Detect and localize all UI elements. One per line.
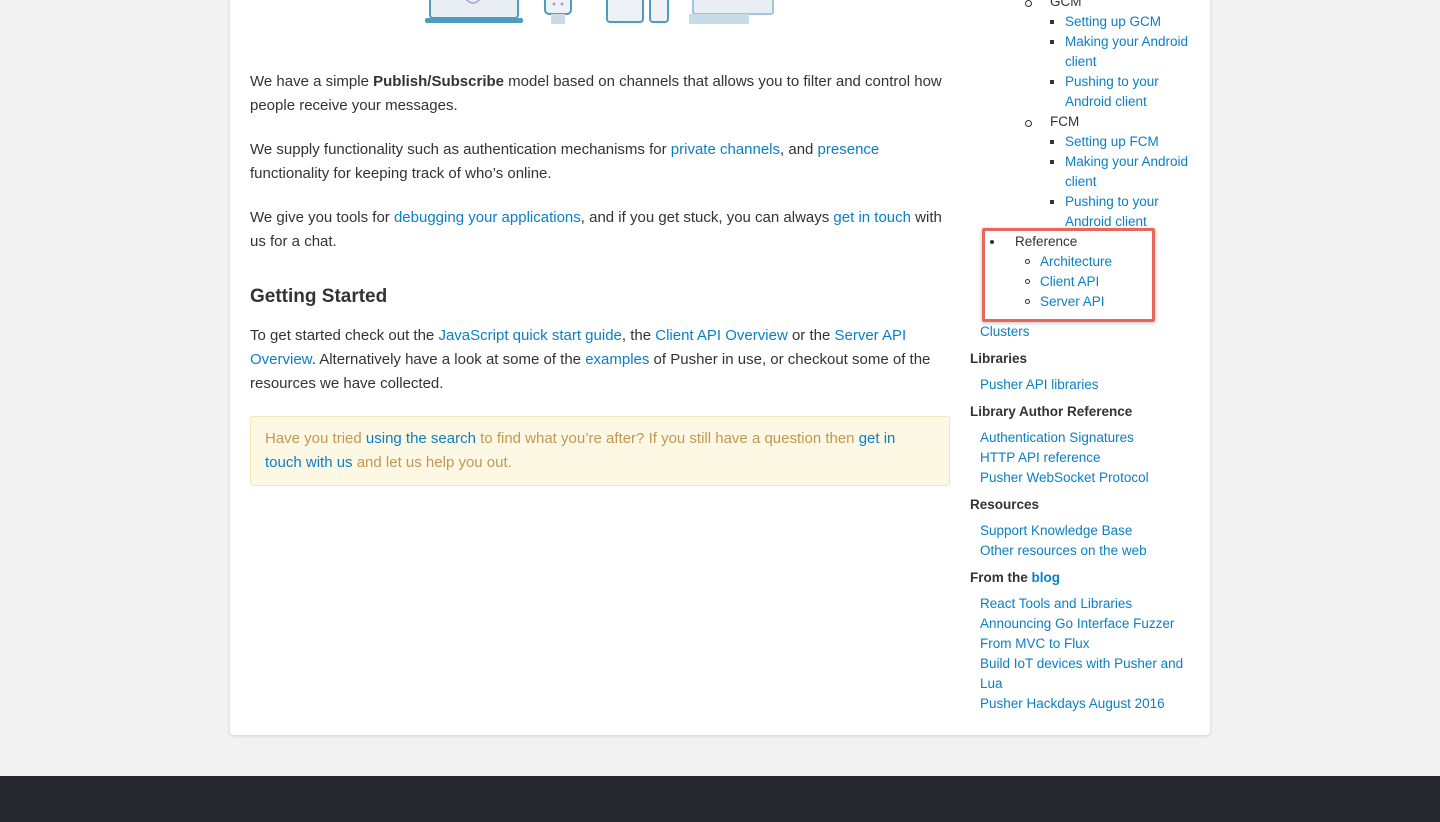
sidebar-item-gcm-android-client[interactable]: Making your Android client (1050, 32, 1200, 72)
getting-started-paragraph: To get started check out the JavaScript … (250, 327, 931, 392)
push-notifications-section: GCM Setting up GCM Making your Android c… (970, 0, 1200, 232)
functionality-paragraph: We supply functionality such as authenti… (250, 141, 880, 182)
http-api-reference-link[interactable]: HTTP API reference (970, 448, 1200, 468)
blog-post-link[interactable]: Announcing Go Interface Fuzzer (970, 614, 1200, 634)
from-the-blog-heading: From the blog (970, 570, 1061, 585)
getting-started-heading: Getting Started (250, 286, 388, 307)
other-resources-link[interactable]: Other resources on the web (970, 541, 1200, 561)
libraries-heading: Libraries (970, 351, 1028, 366)
resources-links: Support Knowledge Base Other resources o… (970, 521, 1200, 561)
main-content: We have a simple Publish/Subscribe model… (250, 70, 950, 486)
js-quick-start-link[interactable]: JavaScript quick start guide (438, 327, 621, 344)
tools-paragraph: We give you tools for debugging your app… (250, 209, 942, 250)
sidebar-item-clusters[interactable]: Clusters (970, 322, 1200, 342)
blog-link[interactable]: blog (1032, 570, 1061, 585)
resources-heading: Resources (970, 497, 1040, 512)
library-author-reference-heading: Library Author Reference (970, 404, 1133, 419)
using-search-link[interactable]: using the search (366, 430, 476, 447)
sidebar-item-setting-up-gcm[interactable]: Setting up GCM (1050, 12, 1200, 32)
websocket-protocol-link[interactable]: Pusher WebSocket Protocol (970, 468, 1200, 488)
reference-highlight-box (982, 228, 1155, 322)
help-callout: Have you tried using the search to find … (250, 416, 950, 486)
blog-post-link[interactable]: Build IoT devices with Pusher and Lua (970, 654, 1200, 694)
sidebar-nav: GCM Setting up GCM Making your Android c… (970, 0, 1200, 714)
blog-post-link[interactable]: From MVC to Flux (970, 634, 1200, 654)
author-reference-links: Authentication Signatures HTTP API refer… (970, 428, 1200, 488)
libraries-links: Pusher API libraries (970, 375, 1200, 395)
sidebar-item-setting-up-fcm[interactable]: Setting up FCM (1050, 132, 1200, 152)
pubsub-term: Publish/Subscribe (373, 73, 504, 90)
sidebar-item-fcm-android-client[interactable]: Making your Android client (1050, 152, 1200, 192)
blog-post-link[interactable]: React Tools and Libraries (970, 594, 1200, 614)
debugging-link[interactable]: debugging your applications (394, 209, 581, 226)
blog-links: React Tools and Libraries Announcing Go … (970, 594, 1200, 714)
sidebar-item-gcm: GCM Setting up GCM Making your Android c… (970, 0, 1200, 112)
devices-illustration (425, 0, 774, 24)
sidebar-item-fcm-pushing[interactable]: Pushing to your Android client (1050, 192, 1200, 232)
intro-paragraph: We have a simple Publish/Subscribe model… (250, 73, 942, 114)
clusters-link-group: Clusters (970, 322, 1200, 342)
authentication-signatures-link[interactable]: Authentication Signatures (970, 428, 1200, 448)
support-knowledge-base-link[interactable]: Support Knowledge Base (970, 521, 1200, 541)
client-api-overview-link[interactable]: Client API Overview (655, 327, 788, 344)
page-footer (0, 776, 1440, 822)
pusher-api-libraries-link[interactable]: Pusher API libraries (970, 375, 1200, 395)
private-channels-link[interactable]: private channels (671, 141, 780, 158)
get-in-touch-link[interactable]: get in touch (833, 209, 911, 226)
sidebar-item-fcm: FCM Setting up FCM Making your Android c… (970, 112, 1200, 232)
sidebar-item-gcm-pushing[interactable]: Pushing to your Android client (1050, 72, 1200, 112)
examples-link[interactable]: examples (585, 351, 649, 368)
blog-post-link[interactable]: Pusher Hackdays August 2016 (970, 694, 1200, 714)
presence-link[interactable]: presence (818, 141, 880, 158)
